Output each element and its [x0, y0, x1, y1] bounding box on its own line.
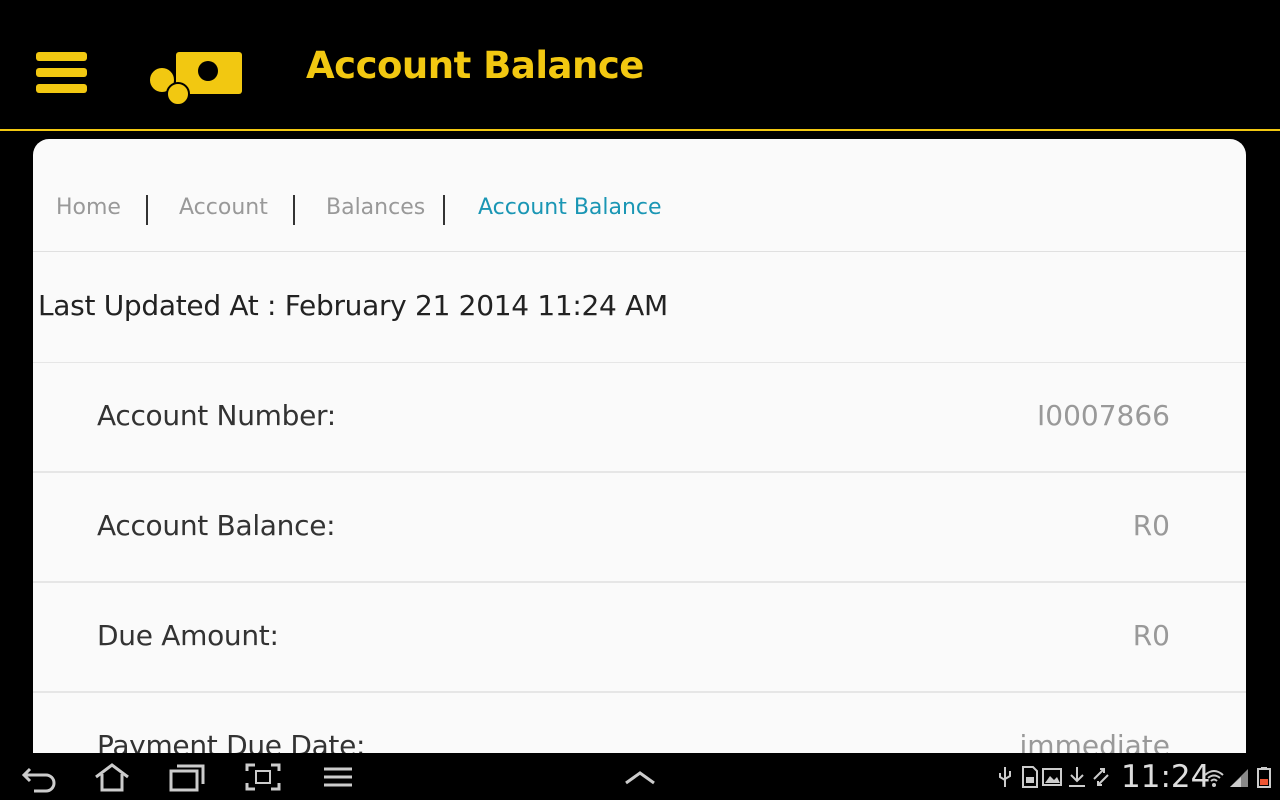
- sd-card-icon: [1022, 766, 1038, 788]
- sync-icon: [1093, 768, 1109, 786]
- app-header: Account Balance: [0, 0, 1280, 131]
- notifications-up-icon[interactable]: [620, 761, 660, 793]
- image-icon: [1042, 768, 1062, 786]
- due-amount-row: Due Amount: R0: [33, 583, 1246, 693]
- account-number-label: Account Number:: [97, 399, 336, 432]
- page-title: Account Balance: [306, 44, 644, 87]
- coins-banknote-logo: [148, 52, 242, 106]
- account-balance-value: R0: [1132, 509, 1170, 542]
- breadcrumb-separator: [443, 195, 445, 225]
- account-number-row: Account Number: I0007866: [33, 363, 1246, 473]
- breadcrumb-separator: [146, 195, 148, 225]
- hamburger-menu-icon[interactable]: [36, 52, 88, 98]
- wifi-icon: [1204, 770, 1224, 787]
- download-icon: [1069, 767, 1085, 787]
- screenshot-icon[interactable]: [243, 761, 283, 793]
- recent-apps-icon[interactable]: [167, 761, 207, 793]
- due-amount-value: R0: [1132, 619, 1170, 652]
- home-icon[interactable]: [92, 761, 132, 793]
- breadcrumb-account-balance: Account Balance: [478, 195, 662, 220]
- breadcrumb-separator: [293, 195, 295, 225]
- breadcrumb-account[interactable]: Account: [179, 195, 268, 220]
- signal-icon: [1230, 769, 1248, 787]
- last-updated-text: Last Updated At : February 21 2014 11:24…: [38, 289, 668, 322]
- account-balance-label: Account Balance:: [97, 509, 336, 542]
- breadcrumb: Home Account Balances Account Balance: [33, 139, 1246, 252]
- due-amount-label: Due Amount:: [97, 619, 279, 652]
- last-updated-row: Last Updated At : February 21 2014 11:24…: [33, 253, 1246, 363]
- account-balance-row: Account Balance: R0: [33, 473, 1246, 583]
- breadcrumb-home[interactable]: Home: [56, 195, 121, 220]
- account-balance-card: Home Account Balances Account Balance La…: [33, 139, 1246, 759]
- account-number-value: I0007866: [1037, 399, 1170, 432]
- battery-icon: [1257, 767, 1271, 788]
- usb-icon: [999, 767, 1011, 787]
- payment-due-date-row: Payment Due Date: immediate: [33, 693, 1246, 759]
- system-bar: 11:24: [0, 753, 1280, 800]
- breadcrumb-balances[interactable]: Balances: [326, 195, 425, 220]
- back-icon[interactable]: [20, 761, 60, 793]
- clock: 11:24: [1121, 759, 1211, 795]
- menu-icon[interactable]: [318, 761, 358, 793]
